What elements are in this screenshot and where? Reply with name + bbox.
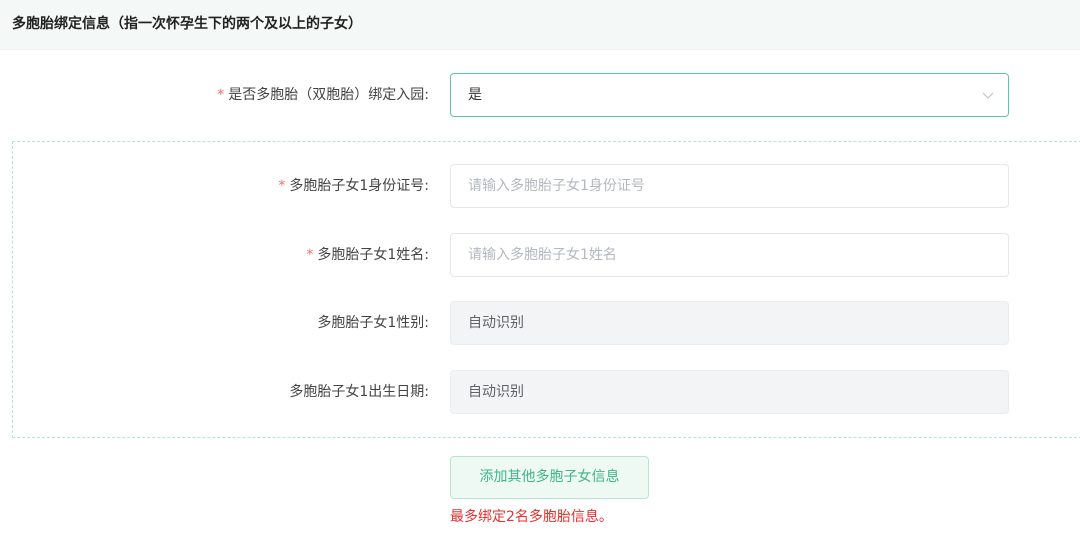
child1-birthdate-field: 自动识别: [450, 370, 1009, 414]
required-mark: *: [217, 87, 225, 103]
required-mark: *: [278, 178, 286, 194]
max-binding-hint: 最多绑定2名多胞胎信息。: [450, 509, 613, 525]
child1-id-label-text: 多胞胎子女1身份证号:: [289, 178, 429, 194]
section-header: 多胞胎绑定信息（指一次怀孕生下的两个及以上的子女）: [0, 0, 1080, 50]
child1-name-label-text: 多胞胎子女1姓名:: [317, 247, 429, 263]
form-row-child1-birthdate: 多胞胎子女1出生日期: 自动识别: [0, 370, 1080, 414]
child1-id-label: * 多胞胎子女1身份证号:: [278, 164, 429, 208]
child1-gender-field: 自动识别: [450, 301, 1009, 345]
form-row-child1-name: * 多胞胎子女1姓名: 请输入多胞胎子女1姓名: [0, 233, 1080, 277]
child1-name-input[interactable]: 请输入多胞胎子女1姓名: [450, 233, 1009, 277]
child1-gender-label: 多胞胎子女1性别:: [317, 315, 429, 331]
multi-birth-form-page: 多胞胎绑定信息（指一次怀孕生下的两个及以上的子女） * 是否多胞胎（双胞胎）绑定入…: [0, 0, 1080, 546]
section-title: 多胞胎绑定信息（指一次怀孕生下的两个及以上的子女）: [12, 16, 362, 32]
child1-birthdate-label: 多胞胎子女1出生日期:: [289, 384, 429, 400]
add-multi-birth-child-button[interactable]: 添加其他多胞子女信息: [450, 456, 649, 499]
form-row-multi-birth: * 是否多胞胎（双胞胎）绑定入园: 是: [0, 73, 1080, 117]
multi-birth-select[interactable]: 是: [450, 73, 1009, 117]
chevron-down-icon: [982, 92, 994, 99]
multi-birth-select-value: 是: [468, 87, 482, 103]
child1-id-input[interactable]: 请输入多胞胎子女1身份证号: [450, 164, 1009, 208]
required-mark: *: [306, 247, 314, 263]
child1-name-label: * 多胞胎子女1姓名:: [306, 233, 429, 277]
multi-birth-label-text: 是否多胞胎（双胞胎）绑定入园:: [228, 87, 429, 103]
form-row-child1-id: * 多胞胎子女1身份证号: 请输入多胞胎子女1身份证号: [0, 164, 1080, 208]
form-row-child1-gender: 多胞胎子女1性别: 自动识别: [0, 301, 1080, 345]
multi-birth-label: * 是否多胞胎（双胞胎）绑定入园:: [217, 73, 429, 117]
